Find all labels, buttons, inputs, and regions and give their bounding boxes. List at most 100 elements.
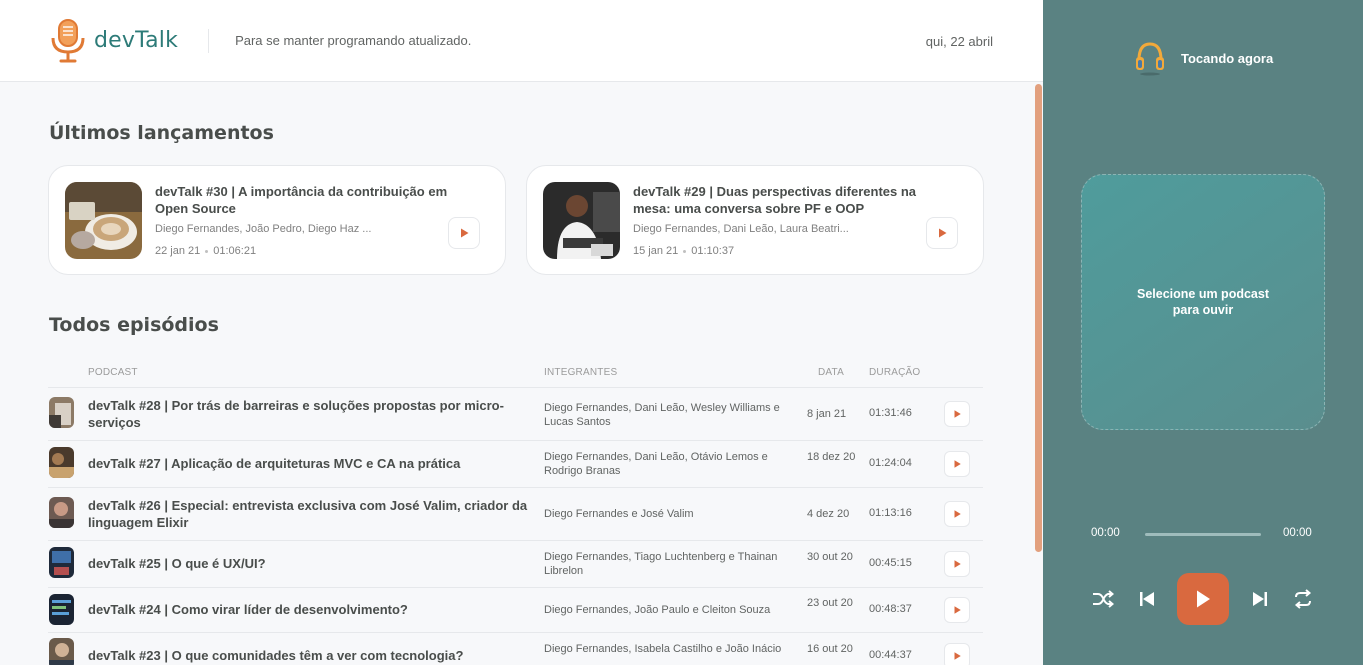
all-episodes-title: Todos episódios <box>49 314 219 336</box>
episode-date: 18 dez 20 <box>807 451 856 463</box>
empty-player-area: Selecione um podcast para ouvir <box>1081 174 1325 430</box>
now-playing-header: Tocando agora <box>1135 40 1273 76</box>
card-members: Diego Fernandes, Dani Leão, Laura Beatri… <box>633 223 849 235</box>
column-header-members: Integrantes <box>544 367 618 378</box>
play-button[interactable] <box>1177 573 1229 625</box>
episode-title[interactable]: devTalk #28 | Por trás de barreiras e so… <box>88 397 528 431</box>
card-duration: 01:10:37 <box>691 245 735 257</box>
header: devTalk Para se manter programando atual… <box>0 0 1043 82</box>
card-meta: 15 jan 21 01:10:37 <box>633 245 734 257</box>
episode-thumbnail <box>49 447 74 478</box>
episode-duration: 00:48:37 <box>869 603 912 615</box>
row-divider <box>48 587 983 588</box>
episode-thumbnail <box>543 182 620 259</box>
card-play-button[interactable] <box>926 217 958 249</box>
scrollbar-thumb[interactable] <box>1035 84 1042 552</box>
episode-members: Diego Fernandes, Tiago Luchtenberg e Tha… <box>544 551 778 577</box>
card-title[interactable]: devTalk #30 | A importância da contribui… <box>155 183 471 217</box>
episode-play-button[interactable] <box>944 597 970 623</box>
card-date: 22 jan 21 <box>155 245 201 257</box>
episode-title[interactable]: devTalk #26 | Especial: entrevista exclu… <box>88 497 528 531</box>
card-members: Diego Fernandes, João Pedro, Diego Haz .… <box>155 223 372 235</box>
episode-duration: 01:24:04 <box>869 457 912 469</box>
play-icon <box>954 410 961 418</box>
play-icon <box>954 560 961 568</box>
play-icon <box>939 228 947 238</box>
next-icon <box>1253 592 1267 606</box>
play-icon <box>954 606 961 614</box>
episode-thumbnail <box>49 547 74 578</box>
player-panel: Tocando agora Selecione um podcast para … <box>1043 0 1363 665</box>
column-header-duration: Duração <box>869 367 921 378</box>
row-divider <box>48 440 983 441</box>
column-header-podcast: Podcast <box>88 367 138 378</box>
play-icon <box>954 460 961 468</box>
episode-thumbnail <box>49 594 74 625</box>
shuffle-button[interactable] <box>1091 588 1115 610</box>
card-title[interactable]: devTalk #29 | Duas perspectivas diferent… <box>633 183 949 217</box>
episode-duration: 01:13:16 <box>869 507 912 519</box>
card-date: 15 jan 21 <box>633 245 679 257</box>
episode-thumbnail <box>49 397 74 428</box>
microphone-icon <box>50 18 86 64</box>
episode-date: 23 out 20 <box>807 597 853 609</box>
row-divider <box>48 540 983 541</box>
total-time: 00:00 <box>1283 527 1312 539</box>
episode-title[interactable]: devTalk #27 | Aplicação de arquiteturas … <box>88 455 528 472</box>
previous-icon <box>1140 592 1154 606</box>
episode-duration: 00:44:37 <box>869 649 912 661</box>
shuffle-icon <box>1093 590 1114 608</box>
episode-title[interactable]: devTalk #24 | Como virar líder de desenv… <box>88 601 528 618</box>
app: devTalk Para se manter programando atual… <box>0 0 1363 665</box>
episode-date: 4 dez 20 <box>807 508 850 520</box>
separator-dot <box>205 249 209 253</box>
next-button[interactable] <box>1250 589 1270 609</box>
episode-title[interactable]: devTalk #25 | O que é UX/UI? <box>88 555 528 572</box>
latest-card[interactable]: devTalk #29 | Duas perspectivas diferent… <box>526 165 984 275</box>
logo-text[interactable]: devTalk <box>94 28 178 53</box>
episode-members: Diego Fernandes, Isabela Castilho e João… <box>544 643 782 655</box>
episode-play-button[interactable] <box>944 551 970 577</box>
episode-play-button[interactable] <box>944 401 970 427</box>
repeat-icon <box>1294 589 1312 609</box>
repeat-button[interactable] <box>1291 588 1315 610</box>
episode-play-button[interactable] <box>944 501 970 527</box>
progress-slider[interactable] <box>1145 533 1261 536</box>
main-area: devTalk Para se manter programando atual… <box>0 0 1043 665</box>
header-divider <box>208 28 210 53</box>
episode-members: Diego Fernandes e José Valim <box>544 508 694 520</box>
card-play-button[interactable] <box>448 217 480 249</box>
episode-thumbnail <box>49 497 74 528</box>
play-icon <box>1197 590 1210 608</box>
episode-date: 16 out 20 <box>807 643 853 655</box>
previous-button[interactable] <box>1137 589 1157 609</box>
episode-date: 30 out 20 <box>807 551 853 563</box>
episode-duration: 00:45:15 <box>869 557 912 569</box>
card-meta: 22 jan 21 01:06:21 <box>155 245 256 257</box>
empty-player-message: Selecione um podcast para ouvir <box>1137 287 1269 317</box>
episode-play-button[interactable] <box>944 451 970 477</box>
latest-card[interactable]: devTalk #30 | A importância da contribui… <box>48 165 506 275</box>
play-icon <box>954 652 961 660</box>
latest-section-title: Últimos lançamentos <box>49 122 274 144</box>
episode-duration: 01:31:46 <box>869 407 912 419</box>
now-playing-label: Tocando agora <box>1181 50 1274 66</box>
tagline: Para se manter programando atualizado. <box>235 33 472 48</box>
episode-date: 8 jan 21 <box>807 408 847 420</box>
episode-thumbnail <box>65 182 142 259</box>
episode-title[interactable]: devTalk #23 | O que comunidades têm a ve… <box>88 647 528 664</box>
current-date: qui, 22 abril <box>925 34 993 49</box>
separator-dot <box>683 249 687 253</box>
episode-thumbnail <box>49 638 74 665</box>
headphones-icon <box>1135 40 1165 76</box>
episode-members: Diego Fernandes, João Paulo e Cleiton So… <box>544 604 771 616</box>
episode-members: Diego Fernandes, Dani Leão, Wesley Willi… <box>544 402 780 428</box>
episode-play-button[interactable] <box>944 643 970 665</box>
play-icon <box>954 510 961 518</box>
episode-members: Diego Fernandes, Dani Leão, Otávio Lemos… <box>544 451 768 477</box>
play-icon <box>461 228 469 238</box>
card-duration: 01:06:21 <box>213 245 257 257</box>
column-header-date: Data <box>818 367 844 378</box>
row-divider <box>48 387 983 388</box>
current-time: 00:00 <box>1091 527 1120 539</box>
